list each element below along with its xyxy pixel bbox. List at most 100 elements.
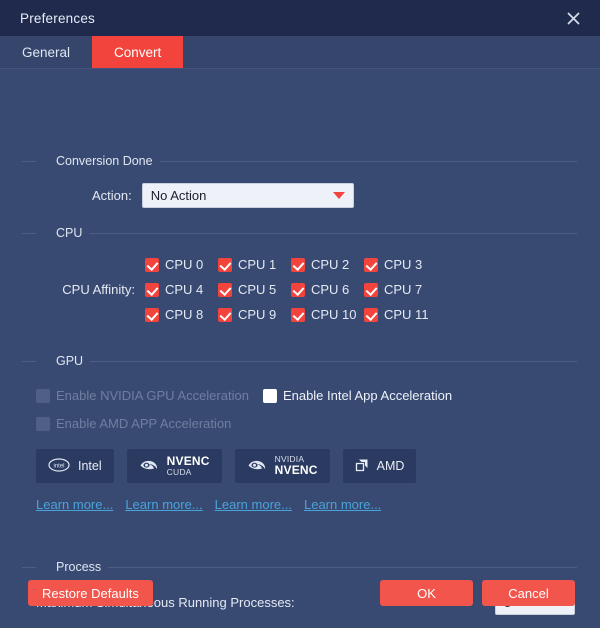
checkbox-cpu-5[interactable]: CPU 5 bbox=[218, 282, 291, 297]
checkbox-cpu-6[interactable]: CPU 6 bbox=[291, 282, 364, 297]
group-rule-left bbox=[22, 360, 36, 362]
checkbox-label: CPU 11 bbox=[384, 307, 429, 322]
title-bar: Preferences bbox=[0, 0, 600, 36]
action-dropdown[interactable]: No Action bbox=[141, 183, 354, 208]
checkmark-icon bbox=[291, 282, 305, 297]
action-row: Action: No Action bbox=[22, 183, 577, 208]
chevron-down-icon bbox=[332, 192, 345, 199]
group-title-gpu: GPU bbox=[56, 354, 84, 368]
badge-nvidia-nvenc[interactable]: NVIDIA NVENC bbox=[234, 449, 330, 483]
link-learn-more-amd[interactable]: Learn more... bbox=[304, 497, 381, 512]
link-learn-more-nvenc-cuda[interactable]: Learn more... bbox=[125, 497, 202, 512]
checkbox-cpu-2[interactable]: CPU 2 bbox=[291, 257, 364, 272]
checkbox-box-icon bbox=[36, 388, 50, 403]
badge-text: NVENC CUDA bbox=[167, 455, 210, 477]
close-icon[interactable] bbox=[558, 3, 588, 33]
group-rule-right bbox=[90, 360, 577, 362]
ok-button[interactable]: OK bbox=[380, 580, 473, 606]
cancel-button[interactable]: Cancel bbox=[482, 580, 575, 606]
badge-amd[interactable]: AMD bbox=[342, 449, 417, 483]
checkbox-cpu-10[interactable]: CPU 10 bbox=[291, 307, 364, 322]
checkmark-icon bbox=[145, 257, 159, 272]
checkbox-label: CPU 1 bbox=[238, 257, 277, 272]
group-header-gpu: GPU bbox=[22, 354, 577, 368]
checkbox-label: CPU 7 bbox=[384, 282, 423, 297]
checkbox-label: Enable AMD APP Acceleration bbox=[56, 416, 232, 431]
checkbox-cpu-0[interactable]: CPU 0 bbox=[145, 257, 218, 272]
checkbox-label: CPU 0 bbox=[165, 257, 204, 272]
group-rule-left bbox=[22, 160, 36, 162]
checkbox-cpu-8[interactable]: CPU 8 bbox=[145, 307, 218, 322]
group-title-conversion-done: Conversion Done bbox=[56, 154, 153, 168]
group-header-cpu: CPU bbox=[22, 226, 577, 240]
checkmark-icon bbox=[218, 307, 232, 322]
group-cpu: CPU CPU Affinity: CPU 0 CPU 1 CPU 2 CPU … bbox=[22, 226, 577, 327]
checkbox-enable-intel-app-acceleration[interactable]: Enable Intel App Acceleration bbox=[262, 388, 453, 403]
checkbox-box-icon bbox=[262, 388, 277, 403]
cpu-affinity-label: CPU Affinity: bbox=[62, 282, 135, 297]
dialog-footer: Restore Defaults OK Cancel bbox=[0, 558, 600, 628]
checkbox-label: CPU 4 bbox=[165, 282, 204, 297]
badge-sublabel: CUDA bbox=[166, 466, 192, 477]
link-learn-more-intel[interactable]: Learn more... bbox=[36, 497, 113, 512]
checkbox-label: CPU 5 bbox=[238, 282, 277, 297]
checkbox-label: CPU 6 bbox=[311, 282, 350, 297]
action-label: Action: bbox=[92, 188, 132, 203]
checkbox-enable-nvidia-gpu-acceleration: Enable NVIDIA GPU Acceleration bbox=[36, 388, 249, 403]
checkbox-label: CPU 9 bbox=[238, 307, 277, 322]
checkmark-icon bbox=[145, 307, 159, 322]
nvidia-eye-logo-icon bbox=[139, 458, 159, 475]
gpu-checkbox-row-1: Enable NVIDIA GPU Acceleration Enable In… bbox=[22, 388, 577, 403]
amd-arrow-logo-icon bbox=[355, 458, 369, 475]
group-rule-left bbox=[22, 232, 36, 234]
checkbox-label: CPU 2 bbox=[311, 257, 350, 272]
badge-label: AMD bbox=[376, 459, 405, 473]
group-conversion-done: Conversion Done Action: No Action bbox=[22, 154, 577, 208]
learn-more-links: Learn more... Learn more... Learn more..… bbox=[22, 497, 577, 512]
tab-general[interactable]: General bbox=[0, 36, 92, 68]
checkbox-cpu-7[interactable]: CPU 7 bbox=[364, 282, 444, 297]
checkbox-label: Enable NVIDIA GPU Acceleration bbox=[56, 388, 249, 403]
link-learn-more-nvidia-nvenc[interactable]: Learn more... bbox=[215, 497, 292, 512]
checkbox-label: CPU 3 bbox=[384, 257, 423, 272]
checkbox-cpu-9[interactable]: CPU 9 bbox=[218, 307, 291, 322]
checkbox-cpu-1[interactable]: CPU 1 bbox=[218, 257, 291, 272]
badge-intel[interactable]: intel Intel bbox=[36, 449, 114, 483]
cpu-affinity-grid: CPU 0 CPU 1 CPU 2 CPU 3 CPU 4 CPU 5 CPU … bbox=[145, 252, 444, 327]
group-gpu: GPU Enable NVIDIA GPU Acceleration Enabl… bbox=[22, 354, 577, 512]
tab-strip: General Convert bbox=[0, 36, 600, 69]
badge-nvenc-cuda[interactable]: NVENC CUDA bbox=[126, 449, 222, 483]
group-rule-right bbox=[159, 160, 577, 162]
checkmark-icon bbox=[145, 282, 159, 297]
window-title: Preferences bbox=[20, 10, 95, 26]
gpu-vendor-badges: intel Intel NVENC CUDA NVIDIA NVENC AMD bbox=[22, 449, 577, 483]
checkbox-label: CPU 8 bbox=[165, 307, 204, 322]
nvidia-eye-logo-icon bbox=[247, 458, 267, 475]
intel-logo-icon: intel bbox=[48, 457, 70, 475]
tab-convert[interactable]: Convert bbox=[92, 36, 184, 68]
cpu-affinity-row: CPU Affinity: CPU 0 CPU 1 CPU 2 CPU 3 CP… bbox=[22, 252, 577, 327]
checkmark-icon bbox=[291, 257, 305, 272]
checkbox-cpu-3[interactable]: CPU 3 bbox=[364, 257, 444, 272]
checkbox-box-icon bbox=[36, 416, 50, 431]
restore-defaults-button[interactable]: Restore Defaults bbox=[28, 580, 153, 606]
checkmark-icon bbox=[364, 307, 378, 322]
group-title-cpu: CPU bbox=[56, 226, 83, 240]
gpu-checkbox-row-2: Enable AMD APP Acceleration bbox=[22, 416, 577, 431]
checkmark-icon bbox=[218, 282, 232, 297]
group-header-conversion-done: Conversion Done bbox=[22, 154, 577, 168]
checkbox-label: CPU 10 bbox=[311, 307, 357, 322]
checkmark-icon bbox=[291, 307, 305, 322]
action-dropdown-value: No Action bbox=[150, 188, 207, 203]
checkbox-enable-amd-app-acceleration: Enable AMD APP Acceleration bbox=[36, 416, 231, 431]
preferences-content: Conversion Done Action: No Action CPU CP… bbox=[0, 69, 600, 615]
checkmark-icon bbox=[364, 282, 378, 297]
svg-text:intel: intel bbox=[53, 463, 64, 469]
checkbox-cpu-11[interactable]: CPU 11 bbox=[364, 307, 444, 322]
checkbox-label: Enable Intel App Acceleration bbox=[282, 388, 453, 403]
checkmark-icon bbox=[218, 257, 232, 272]
checkmark-icon bbox=[364, 257, 378, 272]
group-rule-right bbox=[89, 232, 577, 234]
badge-label: Intel bbox=[78, 459, 102, 473]
checkbox-cpu-4[interactable]: CPU 4 bbox=[145, 282, 218, 297]
